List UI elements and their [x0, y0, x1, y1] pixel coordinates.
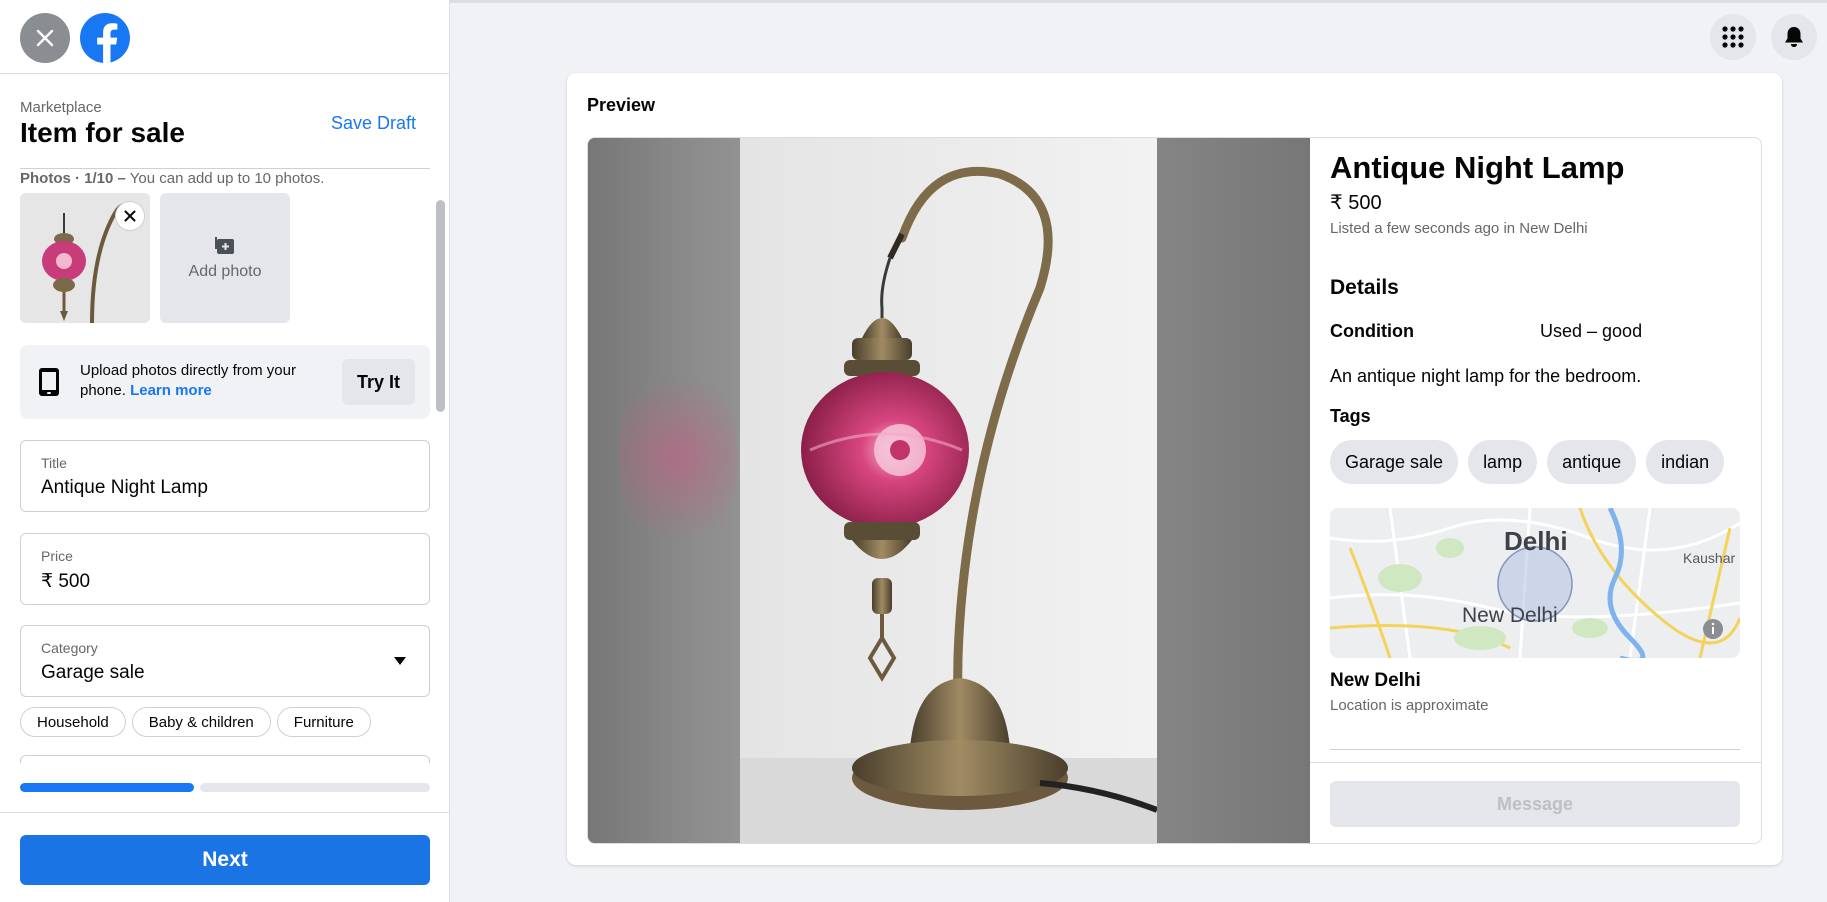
- next-field-peek[interactable]: [20, 755, 430, 763]
- add-photo-button[interactable]: Add photo: [160, 193, 290, 323]
- menu-grid-icon: [1722, 26, 1744, 48]
- title-field-label: Title: [41, 455, 67, 471]
- photos-counter: Photos · 1/10 – You can add up to 10 pho…: [20, 170, 324, 187]
- tag-indian[interactable]: indian: [1646, 440, 1725, 484]
- upload-text: Upload photos directly from your phone. …: [80, 361, 320, 401]
- location-name: New Delhi: [1330, 670, 1421, 691]
- save-draft-button[interactable]: Save Draft: [331, 113, 416, 134]
- category-select[interactable]: Category Garage sale: [20, 625, 430, 697]
- tag-garage-sale[interactable]: Garage sale: [1330, 440, 1459, 484]
- price-field-label: Price: [41, 548, 73, 564]
- learn-more-link[interactable]: Learn more: [130, 382, 212, 399]
- add-photo-label: Add photo: [188, 263, 262, 280]
- menu-button[interactable]: [1710, 14, 1756, 60]
- progress-track: [20, 783, 430, 792]
- upload-from-phone-banner: Upload photos directly from your phone. …: [20, 345, 430, 419]
- title-field-value[interactable]: Antique Night Lamp: [41, 477, 208, 499]
- close-icon: [124, 210, 136, 222]
- listing-title: Antique Night Lamp: [1330, 150, 1625, 185]
- notifications-button[interactable]: [1771, 14, 1817, 60]
- form-header: Marketplace Item for sale Save Draft: [20, 99, 430, 169]
- category-chip-baby-children[interactable]: Baby & children: [131, 707, 271, 737]
- phone-icon: [39, 368, 59, 396]
- category-field-value: Garage sale: [41, 662, 145, 683]
- price-field-value[interactable]: ₹ 500: [41, 570, 90, 593]
- map-label-delhi: Delhi: [1504, 526, 1568, 556]
- listing-timestamp: Listed a few seconds ago in New Delhi: [1330, 220, 1588, 237]
- close-icon: [36, 29, 54, 47]
- listing-image-area: [588, 138, 1310, 843]
- message-button[interactable]: Message: [1330, 781, 1740, 827]
- listing-price: ₹ 500: [1330, 192, 1382, 214]
- suggested-categories: Household Baby & children Furniture: [20, 707, 371, 737]
- category-field-label: Category: [41, 640, 98, 656]
- map-label-new-delhi: New Delhi: [1462, 604, 1558, 627]
- price-field[interactable]: Price ₹ 500: [20, 533, 430, 605]
- location-note: Location is approximate: [1330, 697, 1489, 714]
- listing-description: An antique night lamp for the bedroom.: [1330, 366, 1642, 386]
- progress-fill: [20, 783, 194, 792]
- form-progress-bar: [20, 783, 430, 792]
- photos-count: Photos · 1/10 –: [20, 170, 126, 187]
- preview-card: Preview Antique Night Lamp ₹ 500 Listed …: [567, 73, 1782, 865]
- sidebar-scrollbar[interactable]: [436, 200, 445, 412]
- location-map[interactable]: Delhi New Delhi Kaushar: [1330, 508, 1740, 658]
- facebook-logo-icon: [97, 23, 118, 63]
- next-button[interactable]: Next: [20, 835, 430, 885]
- try-it-button[interactable]: Try It: [342, 359, 415, 405]
- tag-list: Garage sale lamp antique indian: [1330, 440, 1725, 484]
- message-divider: [1310, 762, 1761, 763]
- photo-thumbnail[interactable]: [20, 193, 150, 323]
- tag-antique[interactable]: antique: [1547, 440, 1637, 484]
- location-divider: [1330, 749, 1740, 750]
- facebook-logo[interactable]: [80, 13, 130, 63]
- photos-hint: You can add up to 10 photos.: [125, 170, 325, 187]
- lamp-photo: [740, 138, 1157, 843]
- progress-remaining: [200, 783, 430, 792]
- close-button[interactable]: [20, 13, 70, 63]
- preview-label: Preview: [587, 95, 656, 115]
- remove-photo-button[interactable]: [115, 201, 145, 231]
- tags-heading: Tags: [1330, 406, 1371, 426]
- notifications-bell-icon: [1785, 27, 1803, 47]
- condition-label: Condition: [1330, 321, 1414, 341]
- category-chip-furniture[interactable]: Furniture: [276, 707, 371, 737]
- sidebar-footer: Next: [0, 812, 450, 902]
- image-blur-glow: [618, 358, 738, 558]
- composer-sidebar: Marketplace Item for sale Save Draft Pho…: [0, 0, 450, 902]
- listing-preview: Antique Night Lamp ₹ 500 Listed a few se…: [587, 137, 1762, 844]
- listing-details-panel: Antique Night Lamp ₹ 500 Listed a few se…: [1310, 138, 1761, 843]
- caret-down-icon: [394, 657, 406, 665]
- condition-value: Used – good: [1540, 321, 1643, 341]
- map-label-kaushar: Kaushar: [1683, 550, 1736, 566]
- breadcrumb: Marketplace: [20, 99, 102, 116]
- top-divider: [450, 0, 1827, 3]
- sidebar-header: [0, 0, 449, 74]
- sidebar-scroll-area[interactable]: Marketplace Item for sale Save Draft Pho…: [0, 75, 450, 763]
- add-photo-icon: [215, 237, 234, 254]
- category-chip-household[interactable]: Household: [20, 707, 126, 737]
- tag-lamp[interactable]: lamp: [1468, 440, 1538, 484]
- page-title: Item for sale: [20, 117, 185, 148]
- details-heading: Details: [1330, 276, 1399, 299]
- title-field[interactable]: Title Antique Night Lamp: [20, 440, 430, 512]
